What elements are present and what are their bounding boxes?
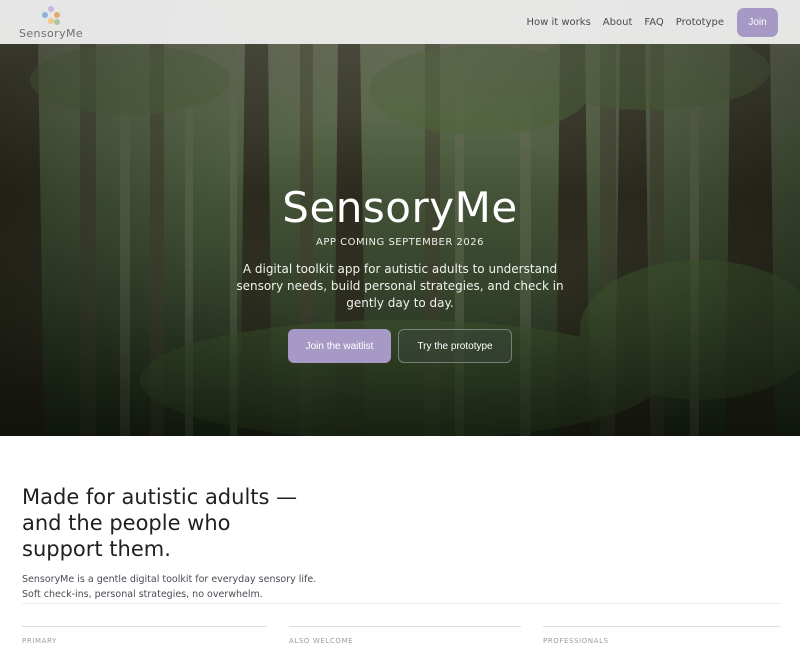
try-prototype-button[interactable]: Try the prototype [398, 329, 512, 363]
main-nav: How it works About FAQ Prototype Join [527, 7, 778, 37]
nav-prototype[interactable]: Prototype [676, 17, 724, 28]
audience-card-primary: PRIMARY [22, 626, 267, 657]
join-waitlist-button[interactable]: Join the waitlist [288, 329, 391, 363]
nav-how-it-works[interactable]: How it works [527, 17, 591, 28]
logo-icon [40, 6, 62, 26]
nav-about[interactable]: About [603, 17, 633, 28]
join-button[interactable]: Join [737, 7, 778, 37]
card-label: PRIMARY [22, 637, 57, 645]
audience-title: Made for autistic adults — and the peopl… [22, 485, 298, 561]
hero-subtitle: APP COMING SEPTEMBER 2026 [316, 237, 484, 248]
audience-description: SensoryMe is a gentle digital toolkit fo… [22, 574, 317, 600]
logo[interactable]: SensoryMe [18, 6, 84, 40]
audience-card-also-welcome: ALSO WELCOME [289, 626, 521, 657]
audience-card-professionals: PROFESSIONALS [543, 626, 780, 657]
card-label: PROFESSIONALS [543, 637, 609, 645]
site-header: SensoryMe How it works About FAQ Prototy… [0, 0, 800, 44]
hero-actions: Join the waitlist Try the prototype [288, 329, 512, 363]
hero-title: SensoryMe [282, 183, 518, 232]
hero-description: A digital toolkit app for autistic adult… [236, 262, 564, 310]
hero-section: SensoryMe APP COMING SEPTEMBER 2026 A di… [0, 0, 800, 436]
logo-text: SensoryMe [18, 27, 84, 40]
audience-section: Made for autistic adults — and the peopl… [0, 436, 800, 657]
hero-content: SensoryMe APP COMING SEPTEMBER 2026 A di… [0, 183, 800, 363]
section-divider [22, 603, 780, 604]
nav-faq[interactable]: FAQ [644, 17, 663, 28]
card-label: ALSO WELCOME [289, 637, 354, 645]
